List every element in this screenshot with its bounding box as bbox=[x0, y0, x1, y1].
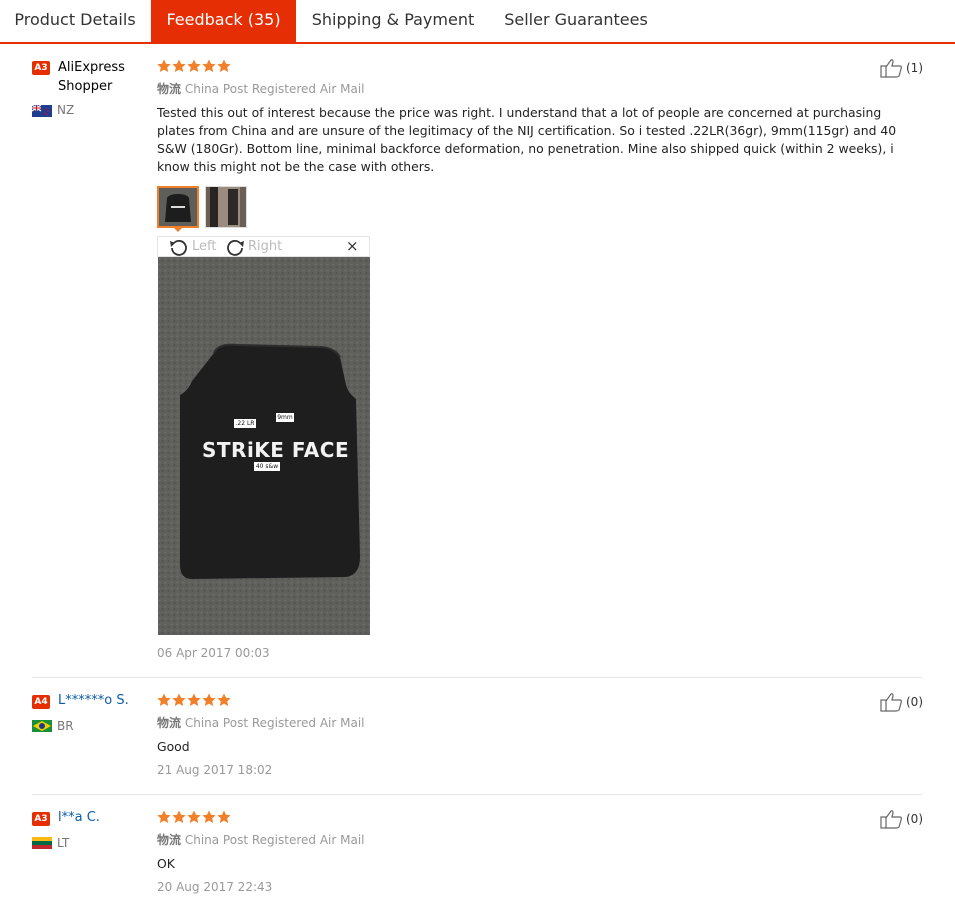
photo-viewer-toolbar: Left Right × bbox=[157, 236, 370, 257]
helpful-button[interactable]: (0) bbox=[880, 692, 923, 712]
review-date: 21 Aug 2017 18:02 bbox=[157, 763, 273, 777]
thumbs-up-icon bbox=[880, 693, 902, 712]
rotate-right-icon bbox=[227, 239, 244, 256]
reviewer-name[interactable]: l**a C. bbox=[58, 808, 100, 827]
thumbnail-pointer bbox=[172, 226, 184, 232]
caliber-label: .22 LR bbox=[234, 419, 256, 428]
br-flag-icon bbox=[32, 720, 52, 732]
logistics-method: China Post Registered Air Mail bbox=[184, 833, 365, 847]
tab-bar: Product Details Feedback (35) Shipping &… bbox=[0, 0, 955, 44]
caliber-label: 40 s&w bbox=[254, 462, 280, 471]
plate-print-text: STRiKE FACE bbox=[202, 438, 350, 462]
helpful-count: (1) bbox=[906, 61, 923, 75]
logistics-label: 物流 bbox=[157, 716, 182, 730]
review-text: Good bbox=[157, 739, 190, 754]
star-icon bbox=[172, 693, 186, 706]
review-date: 06 Apr 2017 00:03 bbox=[157, 646, 270, 660]
star-icon bbox=[187, 59, 201, 72]
star-icon bbox=[172, 59, 186, 72]
star-icon bbox=[187, 693, 201, 706]
star-icon bbox=[157, 59, 171, 72]
buyer-level-badge: A4 bbox=[32, 695, 50, 709]
close-viewer-button[interactable]: × bbox=[346, 237, 359, 256]
logistics-label: 物流 bbox=[157, 833, 182, 847]
tab-product-details[interactable]: Product Details bbox=[0, 0, 150, 42]
rating-stars bbox=[157, 810, 231, 824]
reviewer-country: LT bbox=[57, 836, 70, 850]
star-icon bbox=[202, 693, 216, 706]
tab-feedback[interactable]: Feedback (35) bbox=[151, 0, 296, 42]
logistics-info: 物流 China Post Registered Air Mail bbox=[157, 714, 364, 731]
star-icon bbox=[172, 810, 186, 823]
reviewer-name[interactable]: L******o S. bbox=[58, 691, 129, 710]
review-text: OK bbox=[157, 856, 175, 871]
nz-flag-icon bbox=[32, 105, 52, 117]
photo-thumbnail[interactable] bbox=[157, 186, 199, 228]
review-text: Tested this out of interest because the … bbox=[157, 105, 897, 174]
logistics-method: China Post Registered Air Mail bbox=[184, 716, 365, 730]
rating-stars bbox=[157, 693, 231, 707]
tab-shipping-payment[interactable]: Shipping & Payment bbox=[296, 0, 490, 42]
helpful-count: (0) bbox=[906, 812, 923, 826]
rotate-left-button[interactable]: Left bbox=[168, 237, 216, 256]
star-icon bbox=[217, 693, 231, 706]
review-divider bbox=[32, 677, 922, 678]
thumbs-up-icon bbox=[880, 810, 902, 829]
helpful-button[interactable]: (1) bbox=[880, 58, 923, 78]
star-icon bbox=[202, 810, 216, 823]
star-icon bbox=[157, 693, 171, 706]
lt-flag-icon bbox=[32, 837, 52, 849]
rating-stars bbox=[157, 59, 231, 73]
reviewer-country: BR bbox=[57, 719, 74, 733]
tab-seller-guarantees[interactable]: Seller Guarantees bbox=[490, 0, 662, 42]
helpful-count: (0) bbox=[906, 695, 923, 709]
rotate-right-button[interactable]: Right bbox=[224, 237, 282, 256]
star-icon bbox=[157, 810, 171, 823]
reviewer-name: AliExpress Shopper bbox=[58, 60, 125, 94]
caliber-label: 9mm bbox=[276, 413, 294, 422]
logistics-label: 物流 bbox=[157, 82, 182, 96]
buyer-level-badge: A3 bbox=[32, 61, 50, 75]
logistics-info: 物流 China Post Registered Air Mail bbox=[157, 831, 364, 848]
review-photo: .22 LR 9mm STRiKE FACE 40 s&w bbox=[158, 257, 370, 635]
review-date: 20 Aug 2017 22:43 bbox=[157, 880, 273, 894]
rotate-right-label: Right bbox=[248, 239, 283, 254]
review-item: A3 AliExpress Shopper NZ 物流 China Post R… bbox=[32, 58, 923, 678]
review-divider bbox=[32, 794, 922, 795]
rotate-left-label: Left bbox=[192, 239, 217, 254]
review-item: A3 l**a C. LT 物流 China Post Registered A… bbox=[32, 808, 923, 901]
star-icon bbox=[217, 810, 231, 823]
star-icon bbox=[187, 810, 201, 823]
rotate-left-icon bbox=[170, 239, 187, 256]
helpful-button[interactable]: (0) bbox=[880, 809, 923, 829]
review-item: A4 L******o S. BR 物流 China Post Register… bbox=[32, 691, 923, 786]
logistics-method: China Post Registered Air Mail bbox=[184, 82, 365, 96]
buyer-level-badge: A3 bbox=[32, 812, 50, 826]
star-icon bbox=[217, 59, 231, 72]
star-icon bbox=[202, 59, 216, 72]
photo-thumbnail[interactable] bbox=[205, 186, 247, 228]
logistics-info: 物流 China Post Registered Air Mail bbox=[157, 80, 364, 97]
thumbs-up-icon bbox=[880, 59, 902, 78]
reviewer-country: NZ bbox=[57, 103, 75, 117]
